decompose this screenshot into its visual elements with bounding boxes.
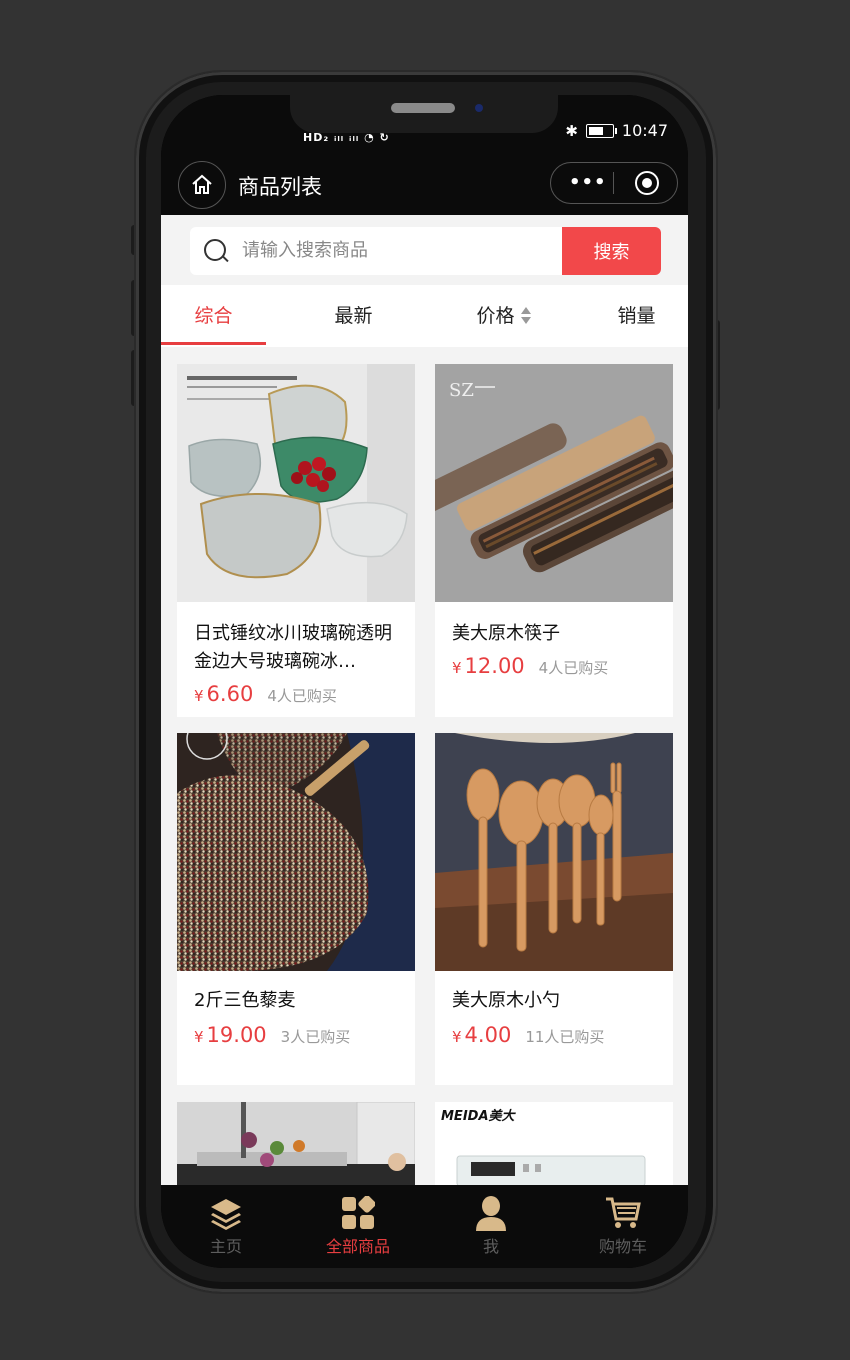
bluetooth-icon: ✱: [565, 121, 578, 140]
tabbar-label: 我: [482, 1237, 499, 1256]
product-card[interactable]: 日式锤纹冰川玻璃碗透明金边大号玻璃碗冰… ¥6.60 4人已购买: [177, 364, 415, 717]
product-image-wooden-chopsticks: SZ: [435, 364, 673, 602]
sort-tabs: 综合 最新 价格 销量: [161, 285, 688, 347]
tab-sales[interactable]: 销量: [584, 285, 688, 347]
tabbar-label: 主页: [209, 1237, 242, 1256]
search-input[interactable]: [242, 227, 552, 275]
product-card[interactable]: MEIDA美大: [435, 1102, 673, 1185]
product-price: 19.00: [206, 1023, 267, 1047]
product-image-glass-bowls: [177, 364, 415, 602]
speaker-grille: [391, 103, 455, 113]
battery-icon: [585, 123, 617, 138]
active-tab-indicator: [161, 342, 266, 345]
search-box: [190, 227, 562, 275]
product-price-row: ¥4.00 11人已购买: [452, 1023, 604, 1047]
miniprogram-capsule: •••: [550, 162, 678, 204]
currency-symbol: ¥: [452, 659, 462, 677]
product-sold-count: 11人已购买: [525, 1028, 605, 1046]
layers-icon: [211, 1199, 241, 1230]
close-miniprogram-icon[interactable]: [635, 171, 659, 195]
product-image-kitchen-sink: [177, 1102, 415, 1185]
cart-icon: [606, 1197, 641, 1228]
svg-text:SZ: SZ: [449, 380, 474, 401]
product-card[interactable]: 2斤三色藜麦 ¥19.00 3人已购买: [177, 733, 415, 1085]
person-icon: [476, 1196, 506, 1231]
tab-comprehensive[interactable]: 综合: [161, 285, 266, 347]
tabbar-item-cart[interactable]: 购物车: [578, 1195, 668, 1257]
product-card[interactable]: SZ 美大原木筷子 ¥12.00 4人已购买: [435, 364, 673, 717]
svg-text:MEIDA美大: MEIDA美大: [441, 1108, 517, 1124]
bottom-tab-bar: 主页 全部商品 我 购物车: [161, 1185, 688, 1268]
product-price-row: ¥6.60 4人已购买: [194, 682, 337, 706]
sort-arrows-icon: [520, 305, 531, 325]
product-name: 2斤三色藜麦: [194, 990, 296, 1011]
product-name: 美大原木筷子: [452, 623, 560, 644]
product-name: 美大原木小勺: [452, 990, 560, 1011]
phone-screen: HD₂ ᵢₗₗ ᵢₗₗ ◔ ↻ ✱ 10:47 商品列表 ••• 请输入搜索商品…: [161, 95, 688, 1268]
product-image-meida-appliance: MEIDA美大: [435, 1102, 673, 1185]
currency-symbol: ¥: [194, 1028, 204, 1046]
tab-newest[interactable]: 最新: [301, 285, 406, 347]
page-title: 商品列表: [238, 175, 322, 199]
tabbar-item-home[interactable]: 主页: [181, 1195, 271, 1257]
status-time: 10:47: [621, 121, 668, 140]
nav-bar: 商品列表 •••: [161, 155, 688, 215]
product-card[interactable]: [177, 1102, 415, 1185]
currency-symbol: ¥: [452, 1028, 462, 1046]
product-price: 4.00: [464, 1023, 512, 1047]
home-button[interactable]: [178, 161, 226, 209]
tab-price-label: 价格: [476, 305, 515, 327]
tabbar-label: 购物车: [598, 1237, 647, 1256]
more-options-icon[interactable]: •••: [569, 172, 607, 193]
notch: [290, 95, 558, 133]
search-button[interactable]: 搜索: [562, 227, 661, 275]
tabbar-item-all-products[interactable]: 全部商品: [313, 1195, 403, 1257]
main-content: 搜索 综合 最新 价格 销量: [161, 215, 688, 1185]
product-sold-count: 4人已购买: [538, 659, 609, 677]
product-image-quinoa: [177, 733, 415, 971]
search-icon: [204, 239, 226, 261]
product-image-wooden-spoons: [435, 733, 673, 971]
tab-price[interactable]: 价格: [451, 285, 556, 347]
product-card[interactable]: 美大原木小勺 ¥4.00 11人已购买: [435, 733, 673, 1085]
product-name: 日式锤纹冰川玻璃碗透明金边大号玻璃碗冰…: [194, 623, 392, 672]
grid-icon: [342, 1196, 375, 1229]
product-price-row: ¥12.00 4人已购买: [452, 654, 608, 678]
product-price: 6.60: [206, 682, 254, 706]
product-price-row: ¥19.00 3人已购买: [194, 1023, 350, 1047]
capsule-divider: [613, 172, 614, 194]
tabbar-item-me[interactable]: 我: [446, 1195, 536, 1257]
currency-symbol: ¥: [194, 687, 204, 705]
product-sold-count: 3人已购买: [280, 1028, 351, 1046]
search-bar: 搜索: [161, 215, 688, 285]
front-camera: [475, 104, 483, 112]
tabbar-label: 全部商品: [325, 1237, 390, 1256]
product-sold-count: 4人已购买: [267, 687, 337, 705]
home-icon: [192, 174, 212, 194]
product-price: 12.00: [464, 654, 525, 678]
